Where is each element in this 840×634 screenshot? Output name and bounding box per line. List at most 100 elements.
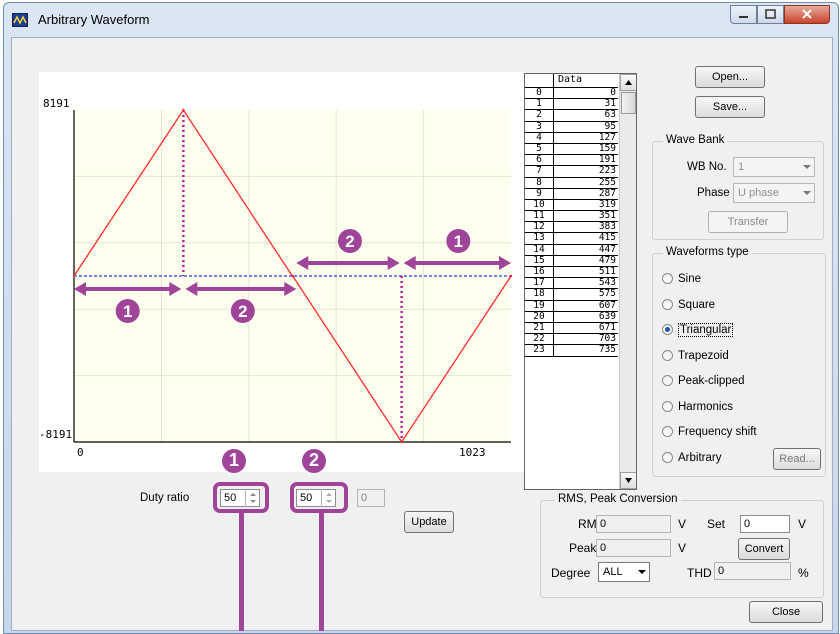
rms-unit: V [678,517,687,531]
table-row[interactable]: 7 223 [525,165,618,178]
radio-label: Arbitrary [678,451,722,464]
duty-ratio-3-input[interactable]: 0 [357,489,385,507]
table-scrollbar[interactable] [619,74,636,489]
row-value: 127 [598,131,616,143]
data-column-header: Data [558,74,583,85]
radio-label: Triangular [678,323,734,337]
table-row[interactable]: 8 255 [525,176,618,189]
row-value: 287 [598,187,616,199]
row-value: 735 [598,344,616,356]
set-value-input[interactable]: 0 [740,515,790,533]
wb-no-value: 1 [738,161,745,173]
row-value: 63 [604,109,616,121]
wb-no-select[interactable]: 1 [733,157,815,177]
thd-label: THD [687,566,712,580]
update-button[interactable]: Update [404,511,454,533]
row-value: 159 [598,142,616,154]
duty-ratio-label: Duty ratio [140,492,190,504]
radio-harmonics[interactable]: Harmonics [662,399,733,415]
table-row[interactable]: 18 575 [525,289,618,301]
row-index: 21 [525,322,554,334]
peak-value: 0 [600,542,607,554]
row-index: 12 [525,222,554,233]
set-unit: V [798,517,807,531]
row-value: 319 [598,198,616,210]
minimize-button[interactable] [730,5,757,24]
row-index: 1 [525,99,554,110]
radio-sine[interactable]: Sine [662,271,701,287]
radio-label: Sine [678,273,702,285]
annotation-badge-label: 1 [454,232,463,251]
phase-select[interactable]: U phase [733,183,815,203]
callout-line-1 [239,511,244,631]
degree-value: ALL [603,566,623,578]
radio-dot-icon [662,298,673,310]
waveform-point [291,274,294,278]
radio-peak-clipped[interactable]: Peak-clipped [662,373,744,389]
scroll-up-button[interactable] [620,74,636,91]
waveform-point [509,274,513,278]
wb-no-label: WB No. [687,161,727,173]
waveform-chart: 1 2 2 1 [72,108,513,444]
radio-dot-icon [662,426,673,437]
row-value: 479 [598,254,616,266]
table-row[interactable]: 13 415 [525,233,618,245]
y-max-tick-label: 8191 [43,97,70,110]
rms-peak-group: RMS, Peak Conversion RMS 0 V Set 0 V Pea… [540,493,824,598]
radio-frequency-shift[interactable]: Frequency shift [662,424,757,440]
radio-label: Harmonics [678,400,733,413]
close-button[interactable]: Close [749,601,823,623]
row-index: 0 [525,87,554,99]
rms-peak-title: RMS, Peak Conversion [555,493,681,505]
row-index: 15 [525,255,554,266]
row-index: 16 [525,266,554,278]
chevron-down-icon [803,165,811,169]
row-value: 0 [610,87,616,98]
close-window-button[interactable] [784,5,830,24]
radio-arbitrary[interactable]: Arbitrary [662,450,721,466]
row-value: 31 [604,98,616,110]
thd-value: 0 [718,565,725,577]
table-row[interactable]: 2 63 [525,109,618,122]
maximize-button[interactable] [757,5,784,24]
row-value: 223 [598,165,616,177]
radio-triangular[interactable]: Triangular [662,322,734,338]
radio-dot-icon [662,451,673,463]
row-index: 4 [525,132,554,143]
data-table[interactable]: Data 0 0 1 31 2 63 3 95 4 127 5 159 6 191 7 223 8 255 9 287… [524,73,637,490]
radio-square[interactable]: Square [662,297,715,313]
row-index: 13 [525,233,554,244]
open-button[interactable]: Open... [695,66,765,88]
waveform-point [72,274,76,278]
row-value: 95 [604,120,616,132]
row-value: 639 [598,310,616,322]
degree-label: Degree [551,566,591,580]
phase-label: Phase [697,187,730,199]
transfer-button[interactable]: Transfer [708,211,788,233]
row-index: 9 [525,188,554,199]
row-index: 17 [525,278,554,289]
read-button[interactable]: Read... [773,448,821,470]
radio-label: Trapezoid [678,349,729,362]
maximize-icon [765,9,776,19]
dialog-client-area: 1221 8191 -8191 0 1023 Duty ratio 50 : 5… [11,37,833,631]
title-bar[interactable]: Arbitrary Waveform [4,3,838,37]
degree-select[interactable]: ALL [598,562,650,582]
peak-label: Peak [569,541,597,555]
row-value: 255 [598,176,616,188]
x-max-tick-label: 1023 [459,446,486,459]
row-value: 383 [598,221,616,233]
wave-bank-title: Wave Bank [663,134,728,146]
close-icon [802,9,812,19]
duty-ratio-highlight-1 [213,482,269,513]
scroll-down-button[interactable] [620,472,636,489]
rms-value: 0 [600,518,607,530]
radio-dot-icon [662,324,673,335]
table-row[interactable]: 23 735 [525,344,618,357]
radio-trapezoid[interactable]: Trapezoid [662,348,729,364]
convert-button[interactable]: Convert [738,538,790,560]
scroll-thumb[interactable] [621,92,636,114]
row-value: 351 [598,210,616,222]
save-button[interactable]: Save... [695,96,765,118]
arrow-down-icon [625,478,632,483]
